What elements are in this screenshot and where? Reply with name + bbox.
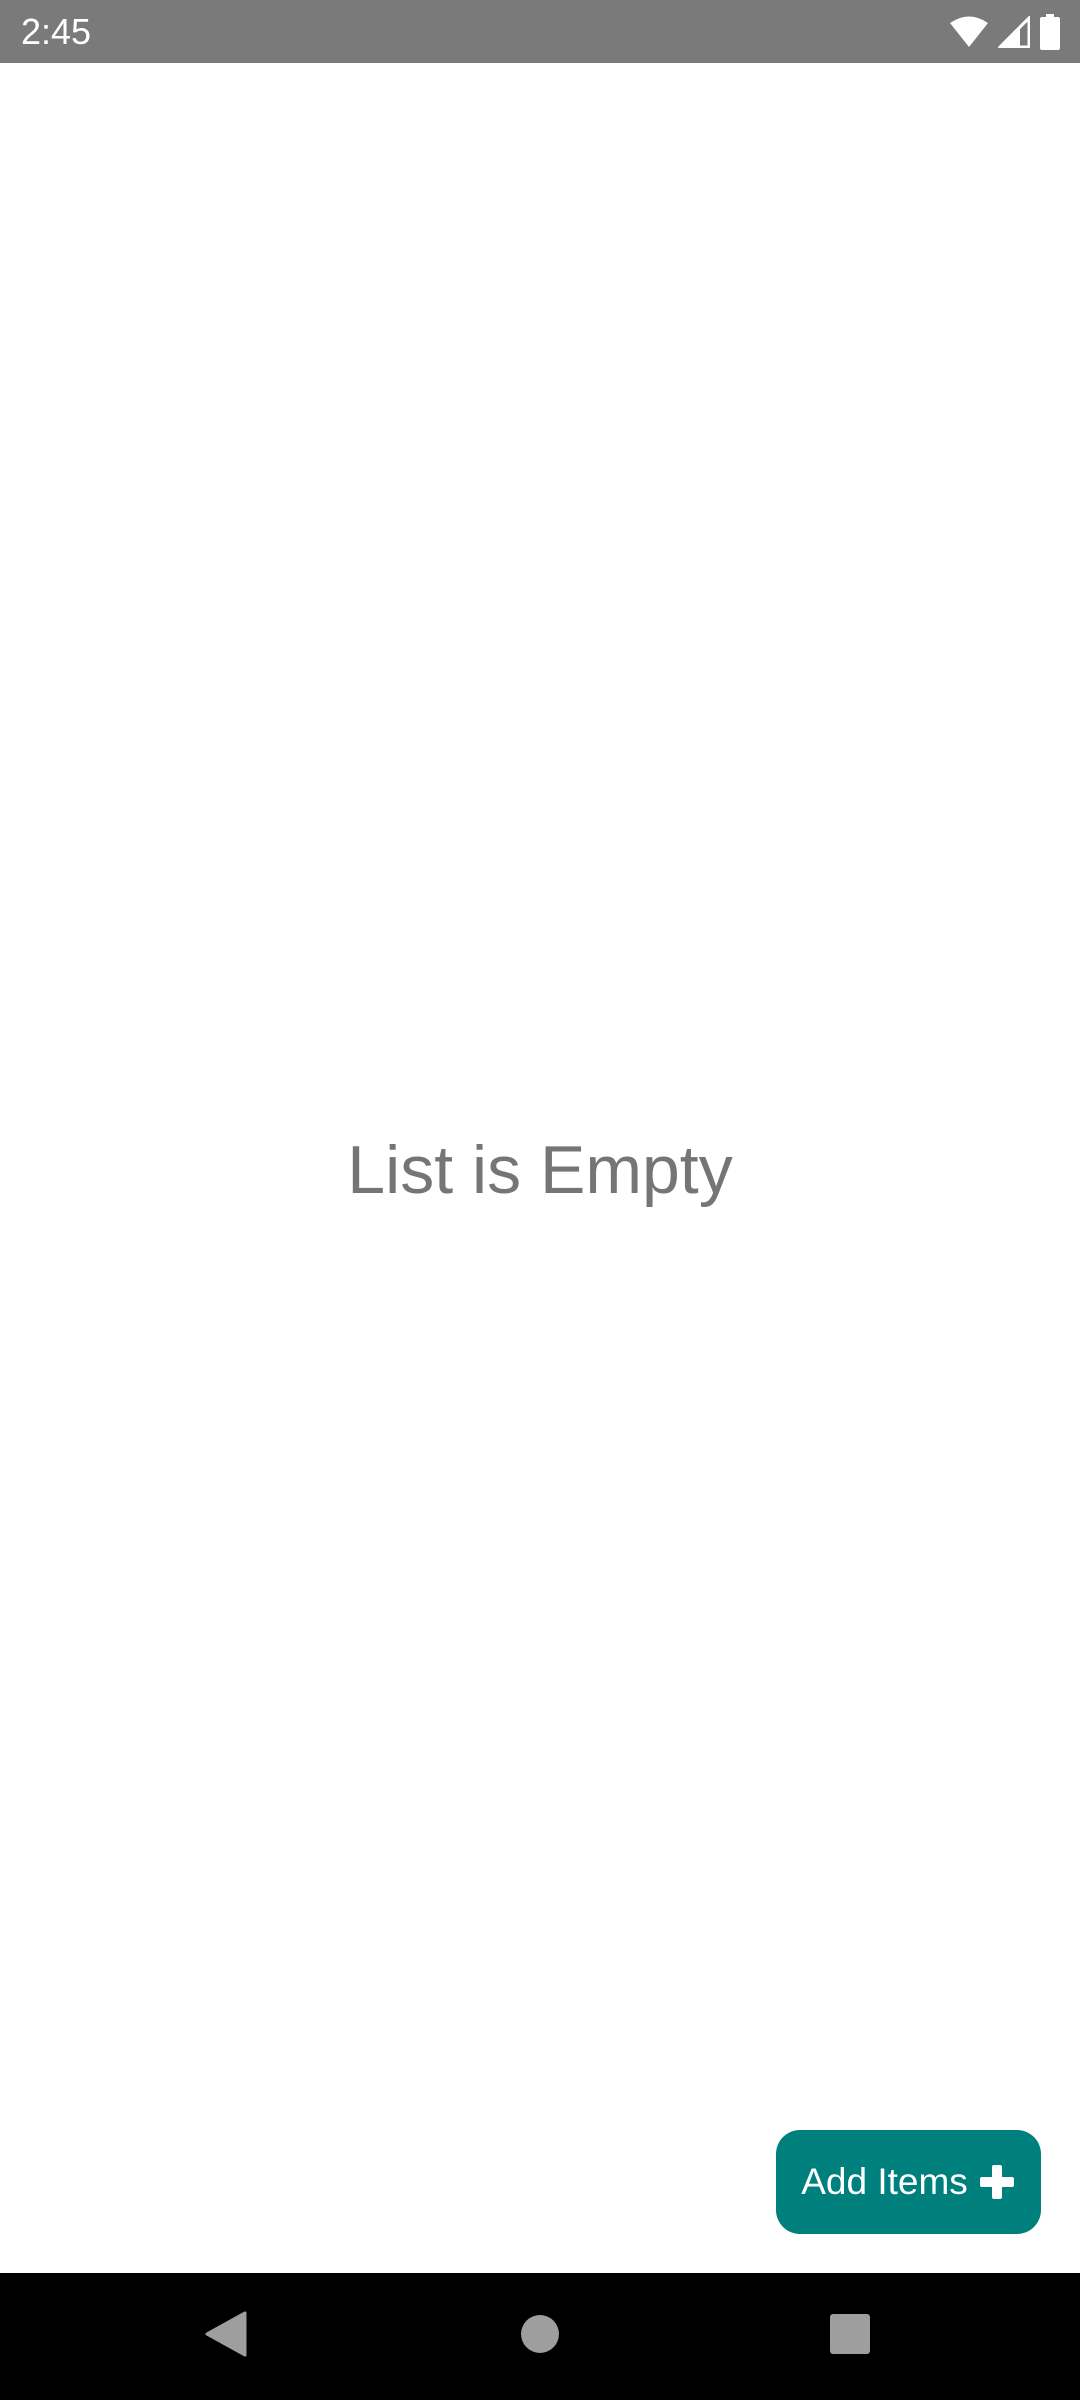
empty-list-message: List is Empty <box>347 1132 733 1208</box>
home-icon <box>520 2314 560 2359</box>
status-time: 2:45 <box>21 11 92 52</box>
status-icons <box>950 12 1060 52</box>
cellular-signal-icon <box>998 16 1030 48</box>
plus-icon <box>978 2163 1016 2201</box>
status-bar: 2:45 <box>0 0 1080 63</box>
recents-icon <box>830 2314 870 2359</box>
home-button[interactable] <box>460 2273 620 2400</box>
back-icon <box>205 2311 247 2362</box>
wifi-icon <box>950 16 988 48</box>
recents-button[interactable] <box>770 2273 930 2400</box>
battery-icon <box>1040 14 1060 50</box>
add-items-label: Add Items <box>801 2161 968 2202</box>
screen: 2:45 List is Empty Add Items <box>0 0 1080 2400</box>
navigation-bar <box>0 2273 1080 2400</box>
add-items-button[interactable]: Add Items <box>776 2130 1041 2234</box>
back-button[interactable] <box>146 2273 306 2400</box>
